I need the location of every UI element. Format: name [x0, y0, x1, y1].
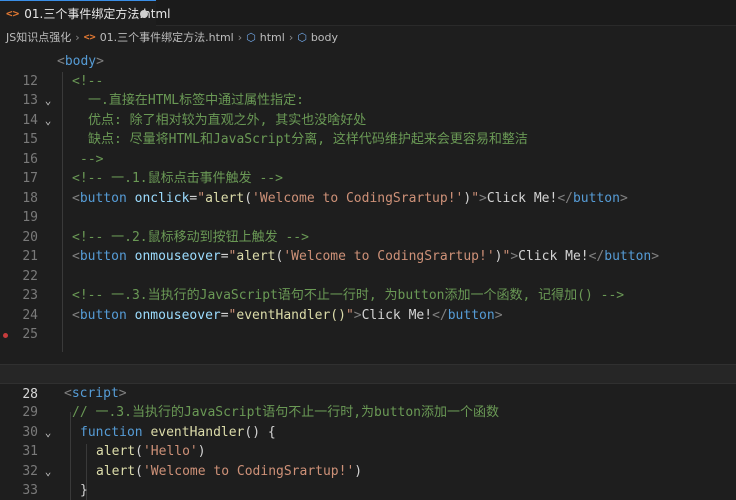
- editor-tab[interactable]: <> 01.三个事件绑定方法.html: [0, 0, 170, 26]
- code-text: <!-- 一.2.鼠标移动到按钮上触发 -->: [72, 229, 309, 245]
- code-line[interactable]: 33 alert('Welcome to CodingSrartup!'): [0, 462, 736, 499]
- chevron-right-icon: ›: [75, 30, 80, 44]
- code-text: <body>: [57, 54, 104, 69]
- code-line[interactable]: 13 ⌄ <!--: [0, 72, 736, 127]
- code-line[interactable]: 34 }: [0, 481, 736, 500]
- code-line[interactable]: 24 <!-- 一.3.当执行的JavaScript语句不止一行时, 为butt…: [0, 286, 736, 323]
- code-line[interactable]: 22 <button onmouseover="alert('Welcome t…: [0, 247, 736, 284]
- code-line[interactable]: 21 <!-- 一.2.鼠标移动到按钮上触发 -->: [0, 228, 736, 265]
- code-text: <button onmouseover="eventHandler()">Cli…: [72, 307, 503, 323]
- code-line-current[interactable]: 28: [0, 364, 736, 402]
- code-text: <button onclick="alert('Welcome to Codin…: [72, 190, 628, 206]
- code-line[interactable]: 14 一.直接在HTML标签中通过属性指定:: [0, 91, 736, 128]
- element-cube-icon: ⬡: [246, 30, 256, 44]
- code-text: <script>: [64, 385, 127, 401]
- code-line[interactable]: 16 缺点: 尽量将HTML和JavaScript分离, 这样代码维护起来会更容…: [0, 130, 736, 167]
- chevron-right-icon: ›: [237, 30, 243, 44]
- breadcrumb-body[interactable]: body: [311, 31, 338, 44]
- tab-title: 01.三个事件绑定方法.html: [24, 7, 171, 21]
- code-line[interactable]: 29 ⌄ <script>: [0, 384, 736, 439]
- breadcrumb-html[interactable]: html: [260, 31, 285, 44]
- html-file-icon: <>: [83, 31, 96, 43]
- html-file-icon: <>: [6, 7, 20, 20]
- code-text: alert('Hello'): [96, 444, 206, 459]
- code-line[interactable]: 20: [0, 208, 736, 245]
- code-line[interactable]: 12 ⌄ <body>: [0, 52, 736, 107]
- code-line[interactable]: 15 优点: 除了相对较为直观之外, 其实也没啥好处: [0, 111, 736, 148]
- code-text: <!-- 一.1.鼠标点击事件触发 -->: [72, 171, 283, 186]
- code-text: 缺点: 尽量将HTML和JavaScript分离, 这样代码维护起来会更容易和整…: [88, 132, 528, 147]
- chevron-right-icon: ›: [288, 30, 294, 44]
- code-line[interactable]: 27: [0, 345, 736, 381]
- breakpoint-dot-icon[interactable]: [3, 333, 8, 338]
- code-line[interactable]: 23: [0, 267, 736, 303]
- code-line[interactable]: 19 <button onclick="alert('Welcome to Co…: [0, 189, 736, 226]
- tab-bar: <> 01.三个事件绑定方法.html: [0, 0, 736, 26]
- unsaved-dot-icon[interactable]: [140, 10, 148, 18]
- code-text: alert('Welcome to CodingSrartup!'): [96, 463, 363, 479]
- code-text: 优点: 除了相对较为直观之外, 其实也没啥好处: [88, 112, 367, 128]
- breadcrumb-file[interactable]: 01.三个事件绑定方法.html: [100, 29, 234, 45]
- breadcrumb-project[interactable]: JS知识点强化: [6, 29, 71, 45]
- code-line[interactable]: 31 ⌄ function eventHandler() {: [0, 423, 736, 478]
- code-line[interactable]: 25 <button onmouseover="eventHandler()">…: [0, 306, 736, 343]
- code-line[interactable]: 30 // 一.3.当执行的JavaScript语句不止一行时,为button添…: [0, 403, 736, 440]
- breadcrumb: JS知识点强化 › <> 01.三个事件绑定方法.html › ⬡ html ›…: [0, 26, 736, 48]
- code-editor[interactable]: 12 ⌄ <body> 13 ⌄ <!-- 14 一.直接在HTML标签中通过属…: [0, 52, 736, 500]
- code-text: <button onmouseover="alert('Welcome to C…: [72, 249, 660, 264]
- code-text: 一.直接在HTML标签中通过属性指定:: [88, 93, 304, 108]
- code-text: -->: [80, 151, 104, 167]
- code-text: <!-- 一.3.当执行的JavaScript语句不止一行时, 为button添…: [72, 288, 625, 303]
- code-line[interactable]: 17 -->: [0, 150, 736, 187]
- code-text: <!--: [72, 73, 104, 89]
- element-cube-icon: ⬡: [297, 30, 307, 44]
- code-text: }: [80, 483, 88, 498]
- code-line[interactable]: 18 <!-- 一.1.鼠标点击事件触发 -->: [0, 169, 736, 206]
- code-line[interactable]: 26: [0, 325, 736, 381]
- code-text: // 一.3.当执行的JavaScript语句不止一行时,为button添加一个…: [72, 405, 500, 420]
- code-text: function eventHandler() {: [80, 424, 276, 440]
- code-line[interactable]: 32 alert('Hello'): [0, 442, 736, 479]
